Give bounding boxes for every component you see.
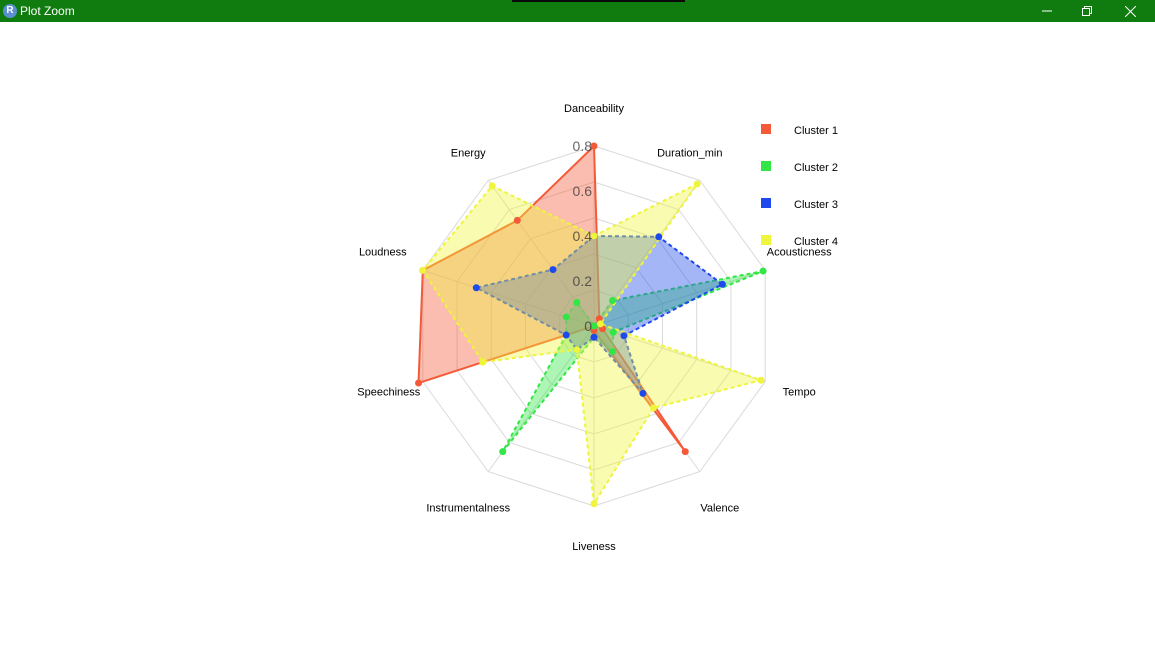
axis-label-speechiness: Speechiness bbox=[357, 387, 420, 399]
legend-swatch-cluster-4 bbox=[761, 235, 771, 245]
data-point-cluster-4 bbox=[419, 266, 427, 274]
data-point-cluster-1 bbox=[415, 379, 423, 387]
data-point-cluster-1 bbox=[513, 216, 521, 224]
close-icon bbox=[1124, 5, 1136, 17]
legend-label-cluster-3: Cluster 3 bbox=[794, 199, 838, 211]
data-point-cluster-4 bbox=[757, 376, 765, 384]
plot-area: 0 0.2 0.4 0.6 0.8 Danceability Duration_min Ac… bbox=[0, 22, 1155, 643]
data-point-cluster-1 bbox=[681, 448, 689, 456]
axis-label-tempo: Tempo bbox=[783, 387, 816, 399]
data-point-cluster-3 bbox=[639, 389, 647, 397]
legend-swatch-cluster-1 bbox=[761, 124, 771, 134]
data-point-cluster-4 bbox=[590, 500, 598, 508]
radial-tick-label: 0.4 bbox=[573, 228, 593, 244]
data-point-cluster-4 bbox=[596, 320, 604, 328]
radial-tick-label: 0.2 bbox=[573, 273, 593, 289]
legend-label-cluster-4: Cluster 4 bbox=[794, 236, 838, 248]
data-point-cluster-4 bbox=[650, 404, 658, 412]
radial-tick-label: 0.6 bbox=[573, 183, 593, 199]
data-point-cluster-4 bbox=[693, 180, 701, 188]
data-point-cluster-3 bbox=[718, 280, 726, 288]
data-point-cluster-2 bbox=[609, 347, 617, 355]
legend-swatch-cluster-2 bbox=[761, 161, 771, 171]
close-button[interactable] bbox=[1107, 0, 1153, 22]
window-title: Plot Zoom bbox=[20, 4, 75, 18]
radial-tick-label: 0.8 bbox=[573, 138, 593, 154]
data-point-cluster-2 bbox=[759, 267, 767, 275]
data-point-cluster-3 bbox=[590, 333, 598, 341]
axis-label-energy: Energy bbox=[451, 147, 486, 159]
axis-label-acousticness: Acousticness bbox=[767, 246, 832, 258]
restore-icon bbox=[1082, 6, 1092, 16]
data-point-cluster-3 bbox=[655, 233, 663, 241]
legend-label-cluster-1: Cluster 1 bbox=[794, 125, 838, 137]
minimize-icon bbox=[1042, 10, 1052, 12]
legend-label-cluster-2: Cluster 2 bbox=[794, 162, 838, 174]
data-point-cluster-3 bbox=[549, 266, 557, 274]
r-app-icon: R bbox=[3, 4, 17, 18]
axis-label-liveness: Liveness bbox=[572, 541, 616, 553]
axis-label-loudness: Loudness bbox=[359, 246, 407, 258]
data-point-cluster-4 bbox=[479, 358, 487, 366]
axis-label-valence: Valence bbox=[700, 503, 739, 515]
data-point-cluster-3 bbox=[472, 284, 480, 292]
data-point-cluster-4 bbox=[488, 182, 496, 190]
axis-label-instrumentalness: Instrumentalness bbox=[426, 503, 510, 515]
data-point-cluster-4 bbox=[573, 346, 581, 354]
legend-swatch-cluster-3 bbox=[761, 198, 771, 208]
radar-chart: 0 0.2 0.4 0.6 0.8 Danceability Duration_min Ac… bbox=[357, 103, 838, 553]
axis-label-duration_min: Duration_min bbox=[657, 147, 722, 159]
data-point-cluster-3 bbox=[562, 331, 570, 339]
data-point-cluster-3 bbox=[620, 332, 628, 340]
axis-label-danceability: Danceability bbox=[564, 103, 624, 115]
data-point-cluster-2 bbox=[562, 313, 570, 321]
data-point-cluster-2 bbox=[609, 297, 617, 305]
title-bar-strip bbox=[512, 0, 685, 2]
title-bar: R Plot Zoom bbox=[0, 0, 1155, 22]
restore-button[interactable] bbox=[1064, 0, 1110, 22]
radial-tick-label: 0 bbox=[584, 318, 592, 334]
data-point-cluster-2 bbox=[609, 328, 617, 336]
data-point-cluster-2 bbox=[573, 298, 581, 306]
data-point-cluster-2 bbox=[499, 448, 507, 456]
